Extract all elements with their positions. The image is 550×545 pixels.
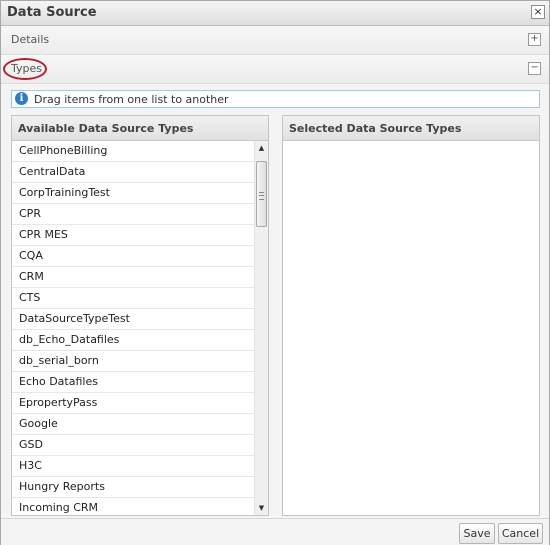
list-item[interactable]: CRM — [12, 267, 254, 288]
details-section-label: Details — [11, 33, 50, 46]
types-section-header[interactable]: Types − — [1, 55, 549, 84]
selected-types-panel[interactable]: Selected Data Source Types — [282, 115, 540, 516]
selected-types-drop-area[interactable] — [283, 141, 539, 515]
list-item[interactable]: CTS — [12, 288, 254, 309]
info-message-text: Drag items from one list to another — [34, 93, 229, 106]
dialog-title: Data Source — [7, 5, 97, 20]
scroll-grip-icon — [259, 192, 264, 200]
list-item[interactable]: CorpTrainingTest — [12, 183, 254, 204]
list-item[interactable]: CPR — [12, 204, 254, 225]
info-icon: i — [15, 92, 28, 105]
list-item[interactable]: CellPhoneBilling — [12, 141, 254, 162]
available-types-title: Available Data Source Types — [18, 122, 194, 135]
available-types-list: CellPhoneBilling CentralData CorpTrainingT… — [12, 141, 254, 515]
dialog-titlebar[interactable]: Data Source × — [1, 1, 549, 26]
list-item[interactable]: CPR MES — [12, 225, 254, 246]
types-section-label: Types — [11, 62, 42, 75]
list-item[interactable]: GSD — [12, 435, 254, 456]
available-types-scrollbar[interactable]: ▲ ▼ — [254, 141, 268, 515]
list-item[interactable]: H3C — [12, 456, 254, 477]
list-item[interactable]: Hungry Reports — [12, 477, 254, 498]
selected-types-title: Selected Data Source Types — [289, 122, 462, 135]
list-item[interactable]: Google — [12, 414, 254, 435]
list-item[interactable]: EpropertyPass — [12, 393, 254, 414]
dialog-footer: Save Cancel — [1, 518, 549, 545]
scroll-down-arrow-icon[interactable]: ▼ — [255, 501, 268, 515]
cancel-button[interactable]: Cancel — [498, 523, 543, 544]
list-item[interactable]: Incoming CRM — [12, 498, 254, 515]
close-icon[interactable]: × — [531, 5, 545, 19]
list-item[interactable]: CQA — [12, 246, 254, 267]
data-source-dialog: Data Source × Details + Types − i Drag i… — [0, 0, 550, 545]
available-types-panel: Available Data Source Types CellPhoneBil… — [11, 115, 269, 516]
list-item[interactable]: CentralData — [12, 162, 254, 183]
details-section-header[interactable]: Details + — [1, 26, 549, 55]
selected-types-header: Selected Data Source Types — [283, 116, 539, 141]
expand-plus-icon[interactable]: + — [528, 33, 541, 46]
list-item[interactable]: Echo Datafiles — [12, 372, 254, 393]
list-item[interactable]: db_serial_born — [12, 351, 254, 372]
available-types-header: Available Data Source Types — [12, 116, 268, 141]
save-button[interactable]: Save — [459, 523, 495, 544]
info-message-bar: i Drag items from one list to another — [11, 90, 540, 108]
available-types-list-viewport: CellPhoneBilling CentralData CorpTrainingT… — [12, 141, 268, 515]
scroll-up-arrow-icon[interactable]: ▲ — [255, 141, 268, 155]
list-item[interactable]: db_Echo_Datafiles — [12, 330, 254, 351]
scrollbar-thumb[interactable] — [256, 161, 267, 227]
list-item[interactable]: DataSourceTypeTest — [12, 309, 254, 330]
collapse-minus-icon[interactable]: − — [528, 62, 541, 75]
